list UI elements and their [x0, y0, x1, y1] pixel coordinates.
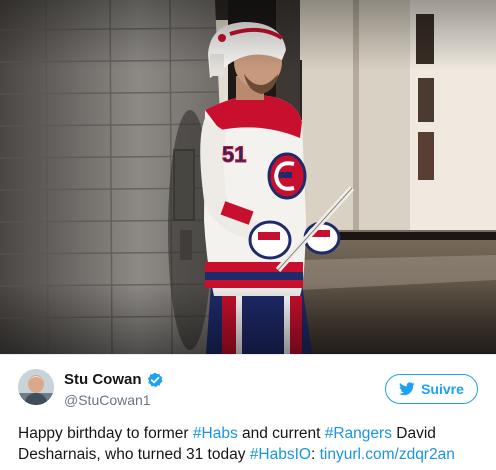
hashtag-habsio-link[interactable]: #HabsIO [250, 446, 311, 463]
author-handle[interactable]: @StuCowan1 [64, 392, 151, 408]
avatar[interactable] [18, 369, 54, 405]
tweet-photo[interactable]: 51 [0, 0, 496, 354]
follow-button[interactable]: Suivre [385, 374, 478, 404]
tweet-text: Happy birthday to former #Habs and curre… [18, 423, 483, 465]
twitter-bird-icon [399, 382, 415, 396]
follow-button-label: Suivre [421, 381, 464, 397]
hashtag-rangers-link[interactable]: #Rangers [325, 425, 392, 442]
author-display-name[interactable]: Stu Cowan [64, 371, 142, 388]
tweet-card: Stu Cowan @StuCowan1 Suivre Happy birthd… [0, 354, 496, 470]
tweet-text-segment: : [310, 446, 320, 463]
author-name-row: Stu Cowan [64, 371, 163, 388]
avatar-image [18, 369, 54, 405]
hashtag-habs-link[interactable]: #Habs [193, 425, 238, 442]
tinyurl-link[interactable]: tinyurl.com/zdqr2an [320, 446, 455, 463]
tweet-text-segment: and current [237, 425, 325, 442]
hockey-player-photo: 51 [0, 0, 496, 354]
verified-badge-icon [147, 372, 163, 388]
tweet-text-segment: Happy birthday to former [18, 425, 193, 442]
